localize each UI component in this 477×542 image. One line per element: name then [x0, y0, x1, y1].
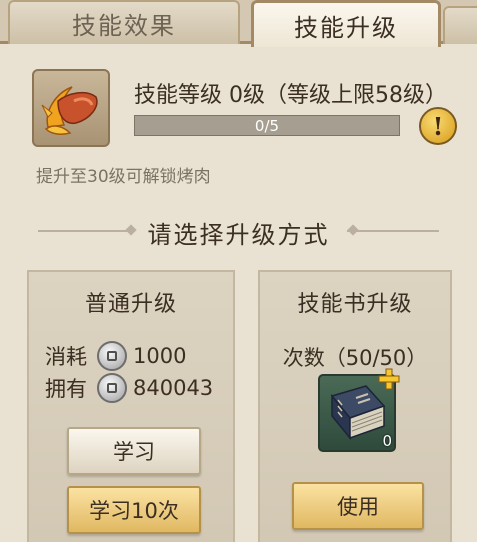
- unlock-hint: 提升至30级可解锁烤肉: [36, 167, 211, 187]
- section-title: 请选择升级方式: [147, 221, 330, 249]
- tab-edge-decoration: [443, 6, 477, 44]
- cost-value: 1000: [133, 344, 187, 368]
- book-count: 0: [382, 432, 392, 450]
- owned-label: 拥有: [45, 377, 87, 401]
- skill-level-text: 技能等级 0级（等级上限58级）: [134, 83, 447, 108]
- normal-upgrade-title: 普通升级: [84, 292, 177, 317]
- cost-label: 消耗: [45, 345, 87, 369]
- learn-button[interactable]: 学习: [67, 427, 201, 475]
- uses-remaining-text: 次数（50/50）: [282, 346, 428, 370]
- silver-coin-icon: [97, 341, 127, 371]
- silver-coin-icon: [97, 373, 127, 403]
- owned-value: 840043: [133, 376, 214, 400]
- cost-row: 消耗 1000: [45, 341, 186, 371]
- ornament-line-right: [347, 230, 439, 232]
- roast-meat-icon: [32, 69, 110, 147]
- normal-upgrade-panel: 普通升级 消耗 1000 拥有 840043 学习 学习10次: [27, 270, 235, 542]
- skill-book-slot[interactable]: 0: [318, 368, 400, 452]
- exclamation-icon[interactable]: !: [419, 107, 457, 145]
- plus-icon[interactable]: [378, 368, 400, 390]
- owned-row: 拥有 840043: [45, 373, 213, 403]
- use-button[interactable]: 使用: [292, 482, 424, 530]
- learn-10-times-button[interactable]: 学习10次: [67, 486, 201, 534]
- tab-skill-effect[interactable]: 技能效果: [8, 0, 240, 44]
- skill-book-upgrade-title: 技能书升级: [297, 292, 413, 317]
- tab-bar: 技能效果 技能升级: [0, 0, 477, 47]
- progress-label: 0/5: [254, 116, 280, 135]
- tab-skill-upgrade[interactable]: 技能升级: [251, 0, 441, 47]
- skill-progress-bar: 0/5: [134, 115, 400, 136]
- skill-book-upgrade-panel: 技能书升级 次数（50/50） 0 使用: [258, 270, 452, 542]
